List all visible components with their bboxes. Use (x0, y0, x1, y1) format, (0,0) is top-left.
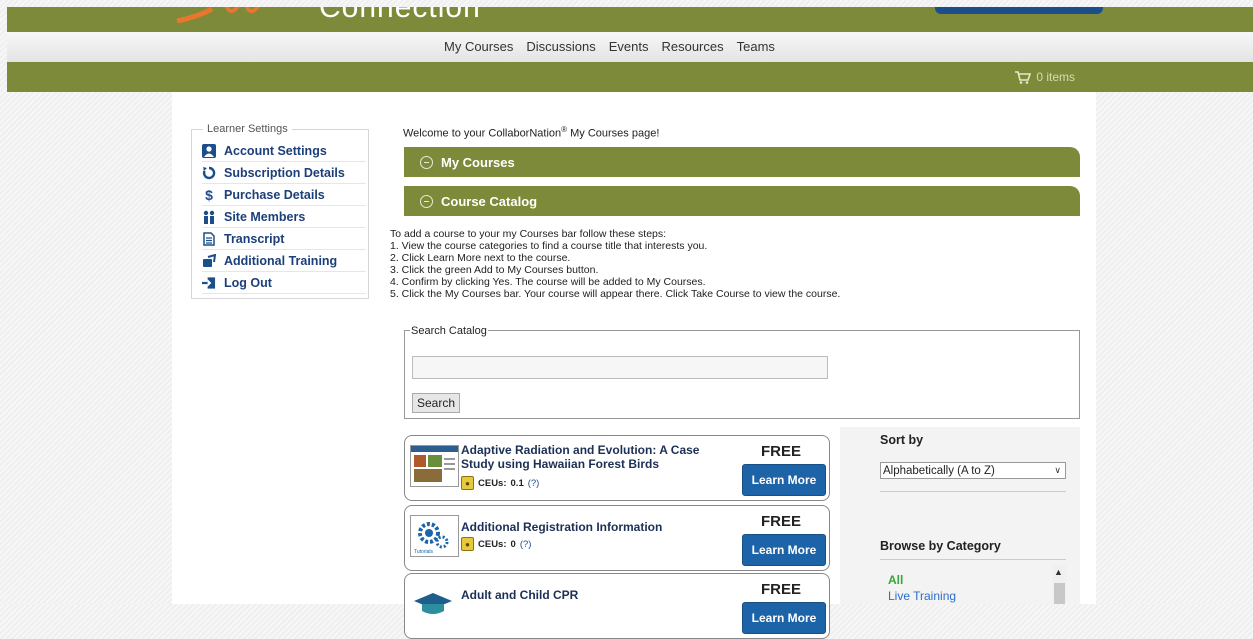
search-button[interactable]: Search (412, 393, 461, 413)
training-icon (202, 253, 216, 268)
category-live-training[interactable]: Live Training (888, 589, 956, 603)
ceus-label: CEUs: (478, 538, 507, 550)
settings-item-subscription[interactable]: Subscription Details (202, 162, 366, 184)
header-action-button[interactable] (935, 7, 1103, 14)
certificate-icon: ● (461, 537, 474, 551)
instructions-step: 5. Click the My Courses bar. Your course… (390, 288, 841, 300)
cart-bar: 0 items (7, 62, 1253, 92)
ceus-value: 0 (510, 538, 516, 550)
svg-text:Tutorials: Tutorials (414, 549, 433, 555)
course-card: Tutorials Additional Registration Inform… (404, 505, 830, 571)
scrollbar-thumb[interactable] (1054, 583, 1065, 604)
page-content: Learner Settings Account Settings Subscr… (172, 92, 1096, 639)
settings-item-label: Subscription Details (224, 165, 345, 180)
nav-my-courses[interactable]: My Courses (444, 39, 513, 54)
course-price: FREE (761, 443, 802, 460)
course-catalog-bar-label: Course Catalog (441, 193, 538, 209)
category-all[interactable]: All (888, 573, 903, 587)
settings-item-label: Purchase Details (224, 187, 325, 202)
course-price: FREE (761, 513, 802, 530)
scroll-up-icon[interactable]: ▲ (1054, 567, 1063, 577)
course-ceus: ● CEUs: 0.1 (?) (461, 476, 539, 490)
welcome-message: Welcome to your CollaborNation® My Cours… (403, 125, 659, 140)
learner-settings-legend: Learner Settings (203, 123, 292, 135)
logo-text: Connection (319, 7, 481, 24)
document-icon (202, 231, 216, 246)
ceus-label: CEUs: (478, 477, 507, 489)
top-header: Connection (7, 7, 1253, 32)
learner-settings-panel: Learner Settings Account Settings Subscr… (191, 123, 369, 299)
sort-selected-value: Alphabetically (A to Z) (883, 464, 995, 477)
nav-resources[interactable]: Resources (661, 39, 723, 54)
cart-link[interactable]: 0 items (1015, 70, 1075, 84)
user-icon (202, 143, 216, 158)
learn-more-button[interactable]: Learn More (742, 602, 826, 634)
nav-discussions[interactable]: Discussions (526, 39, 595, 54)
nav-teams[interactable]: Teams (737, 39, 775, 54)
divider (880, 491, 1066, 492)
logout-icon (202, 276, 216, 290)
course-thumbnail (410, 445, 459, 487)
settings-item-members[interactable]: Site Members (202, 206, 366, 228)
settings-item-purchase[interactable]: $ Purchase Details (202, 184, 366, 206)
collapse-icon (420, 194, 433, 208)
settings-item-label: Log Out (224, 275, 272, 290)
instructions: To add a course to your my Courses bar f… (390, 228, 840, 300)
course-thumbnail: Tutorials (410, 515, 459, 557)
ceus-value: 0.1 (510, 477, 524, 489)
category-list: All Live Training ▲ (880, 565, 1066, 604)
settings-item-label: Site Members (224, 209, 306, 224)
nav-events[interactable]: Events (609, 39, 649, 54)
dollar-icon: $ (205, 186, 213, 203)
instructions-intro: To add a course to your my Courses bar f… (390, 228, 667, 240)
sort-by-label: Sort by (880, 433, 924, 447)
course-catalog-bar[interactable]: Course Catalog (404, 186, 1080, 216)
instructions-step: 3. Click the green Add to My Courses but… (390, 264, 599, 276)
course-ceus: ● CEUs: 0 (?) (461, 537, 531, 551)
welcome-suffix: My Courses page! (567, 127, 660, 140)
browse-by-category-label: Browse by Category (880, 539, 1001, 553)
certificate-icon: ● (461, 476, 474, 490)
instructions-step: 1. View the course categories to find a … (390, 240, 708, 252)
my-courses-bar[interactable]: My Courses (404, 147, 1080, 177)
refresh-icon (202, 166, 216, 180)
course-title[interactable]: Additional Registration Information (461, 520, 731, 534)
settings-item-label: Additional Training (224, 253, 338, 268)
welcome-prefix: Welcome to your CollaborNation (403, 127, 562, 140)
course-title[interactable]: Adaptive Radiation and Evolution: A Case… (461, 443, 731, 471)
category-scrollbar[interactable]: ▲ (1053, 565, 1066, 604)
my-courses-bar-label: My Courses (441, 154, 515, 170)
sort-select[interactable]: Alphabetically (A to Z) ∨ (880, 462, 1066, 479)
cart-icon (1015, 70, 1032, 84)
settings-item-additional-training[interactable]: Additional Training (202, 250, 366, 272)
cart-count: 0 items (1036, 70, 1075, 84)
ceus-help-link[interactable]: (?) (528, 478, 540, 489)
divider (880, 559, 1066, 560)
course-thumbnail (410, 583, 457, 623)
course-price: FREE (761, 581, 802, 598)
settings-item-logout[interactable]: Log Out (202, 272, 366, 294)
collapse-icon (420, 155, 433, 169)
course-card: Adult and Child CPR FREE Learn More (404, 573, 830, 639)
search-input[interactable] (412, 356, 828, 379)
settings-item-label: Transcript (224, 231, 285, 246)
course-card: Adaptive Radiation and Evolution: A Case… (404, 435, 830, 501)
instructions-step: 2. Click Learn More next to the course. (390, 252, 571, 264)
logo-swoosh-icon (176, 7, 260, 23)
members-icon (202, 210, 216, 224)
learn-more-button[interactable]: Learn More (742, 534, 826, 566)
settings-item-transcript[interactable]: Transcript (202, 228, 366, 250)
learn-more-button[interactable]: Learn More (742, 464, 826, 496)
catalog-filter-panel: Sort by Alphabetically (A to Z) ∨ Browse… (840, 427, 1080, 604)
main-nav: My Courses Discussions Events Resources … (7, 32, 1253, 63)
ceus-help-link[interactable]: (?) (520, 539, 532, 550)
search-catalog-legend: Search Catalog (410, 325, 488, 337)
course-title[interactable]: Adult and Child CPR (461, 588, 731, 602)
instructions-step: 4. Confirm by clicking Yes. The course w… (390, 276, 706, 288)
search-catalog-fieldset: Search Catalog Search (404, 325, 1080, 419)
settings-item-account[interactable]: Account Settings (202, 140, 366, 162)
settings-item-label: Account Settings (224, 143, 327, 158)
chevron-down-icon: ∨ (1054, 465, 1061, 475)
